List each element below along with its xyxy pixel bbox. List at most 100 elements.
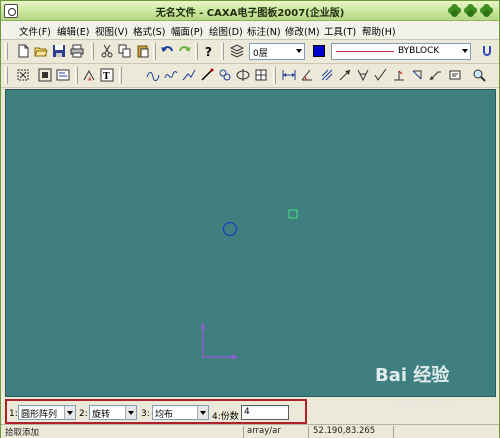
surface-finish-icon[interactable]: [373, 67, 389, 83]
count-input[interactable]: 4: [241, 405, 289, 420]
count-input-value: 4: [244, 407, 250, 417]
new-file-icon[interactable]: [15, 43, 31, 59]
print-icon[interactable]: [69, 43, 85, 59]
copy-icon[interactable]: [117, 43, 133, 59]
toolbar-separator: [153, 43, 156, 60]
standard-toolbar: ? 0层 BYBLOCK: [1, 40, 499, 64]
chevron-down-icon: [64, 406, 75, 419]
toolbar-grip[interactable]: [5, 43, 8, 60]
open-file-icon[interactable]: [33, 43, 49, 59]
rotate-mode-value: 旋转: [92, 410, 111, 420]
color-swatch-fill: [313, 45, 325, 57]
menu-draw[interactable]: 绘图(D): [209, 24, 243, 38]
baidu-watermark: Bai 经验 jingyan.baidu.com: [375, 357, 495, 407]
watermark-text: Bai 经验: [375, 365, 450, 386]
cut-icon[interactable]: [99, 43, 115, 59]
dimension-tool-icon[interactable]: A: [81, 67, 97, 83]
menu-format[interactable]: 格式(S): [133, 24, 165, 38]
layer-select[interactable]: 0层: [249, 43, 305, 60]
drawing-canvas[interactable]: [5, 89, 496, 397]
maximize-clover-icon[interactable]: [464, 4, 478, 18]
status-divider: [308, 426, 309, 438]
linetype-select-value: BYBLOCK: [398, 46, 440, 56]
toolbar-separator: [195, 43, 198, 60]
ellipse-tool-icon[interactable]: [235, 67, 251, 83]
menu-help[interactable]: 帮助(H): [362, 24, 396, 38]
circle-tool-icon[interactable]: [217, 67, 233, 83]
menu-file[interactable]: 文件(F): [19, 24, 51, 38]
option2-index: 2:: [79, 409, 88, 419]
line-icon[interactable]: [199, 67, 215, 83]
weld-icon[interactable]: [391, 67, 407, 83]
color-swatch[interactable]: [311, 43, 327, 59]
block-icon[interactable]: [253, 67, 269, 83]
count-label: 4:份数: [212, 412, 239, 422]
watermark-url: jingyan.baidu.com: [395, 399, 460, 407]
zoom-search-icon[interactable]: [471, 67, 487, 83]
magnet-icon[interactable]: [479, 43, 495, 59]
array-type-value: 圆形阵列: [21, 410, 58, 420]
drawing-canvas-svg: [200, 209, 298, 360]
toolbar-grip[interactable]: [5, 67, 8, 84]
linear-dimension-icon[interactable]: [281, 67, 297, 83]
leader-icon[interactable]: [427, 67, 443, 83]
close-clover-icon[interactable]: [480, 4, 494, 18]
toolbar-separator: [221, 43, 224, 60]
save-icon[interactable]: [51, 43, 67, 59]
rotate-mode-select[interactable]: 旋转: [89, 405, 137, 420]
option3-index: 3:: [141, 409, 150, 419]
drawn-circle[interactable]: [222, 221, 238, 237]
menu-dimension[interactable]: 标注(N): [247, 24, 281, 38]
polyline-icon[interactable]: [145, 67, 161, 83]
redraw-icon[interactable]: [55, 67, 71, 83]
window-title: 无名文件 - CAXA电子图板2007(企业版): [155, 8, 345, 19]
status-prompt: 拾取添加: [5, 428, 40, 438]
help-icon[interactable]: ?: [201, 43, 217, 59]
chevron-down-icon: [125, 406, 136, 419]
status-bar: 拾取添加 array/ar 52.190,83.265: [1, 424, 499, 438]
paste-icon[interactable]: [135, 43, 151, 59]
cursor-pickbox: [288, 209, 298, 219]
layer-icon[interactable]: [229, 43, 245, 59]
distribution-select[interactable]: 均布: [152, 405, 209, 420]
angle-dimension-icon[interactable]: [299, 67, 315, 83]
menu-tools[interactable]: 工具(T): [324, 24, 356, 38]
ucs-x-arrow-icon: [232, 354, 238, 360]
app-window: 无名文件 - CAXA电子图板2007(企业版) 文件(F) 编辑(E) 视图(…: [0, 0, 500, 438]
zoom-window-icon[interactable]: [15, 67, 31, 83]
redo-icon[interactable]: [177, 43, 193, 59]
status-divider: [393, 426, 394, 438]
chevron-down-icon: [197, 406, 208, 419]
ucs-axes-icon: [202, 323, 238, 358]
balloon-icon[interactable]: [447, 67, 463, 83]
spline-icon[interactable]: [163, 67, 179, 83]
tolerance-icon[interactable]: [355, 67, 371, 83]
arrow-icon[interactable]: [337, 67, 353, 83]
linetype-select[interactable]: BYBLOCK: [331, 43, 471, 60]
hatch-icon[interactable]: [319, 67, 335, 83]
zoom-extents-icon[interactable]: [37, 67, 53, 83]
layer-select-value: 0层: [253, 49, 268, 59]
option1-index: 1:: [9, 409, 18, 419]
toolbar-separator: [75, 67, 78, 84]
minimize-clover-icon[interactable]: [448, 4, 462, 18]
distribution-value: 均布: [155, 410, 174, 420]
text-tool-icon[interactable]: T: [99, 67, 115, 83]
menu-modify[interactable]: 修改(M): [285, 24, 320, 38]
chevron-down-icon: [462, 49, 468, 53]
menu-sheet[interactable]: 幅面(P): [171, 24, 203, 38]
linetype-preview: [336, 51, 394, 52]
title-bar: 无名文件 - CAXA电子图板2007(企业版): [1, 1, 499, 21]
svg-text:?: ?: [205, 45, 212, 58]
arc-icon[interactable]: [181, 67, 197, 83]
ucs-y-arrow-icon: [200, 323, 206, 329]
status-command: array/ar: [247, 426, 281, 436]
menu-view[interactable]: 视图(V): [95, 24, 128, 38]
status-divider: [243, 426, 244, 438]
datum-icon[interactable]: [409, 67, 425, 83]
menu-edit[interactable]: 编辑(E): [57, 24, 89, 38]
array-type-select[interactable]: 圆形阵列: [18, 405, 76, 420]
chevron-down-icon: [296, 49, 302, 53]
drawing-toolbar: A T: [1, 64, 499, 88]
undo-icon[interactable]: [159, 43, 175, 59]
